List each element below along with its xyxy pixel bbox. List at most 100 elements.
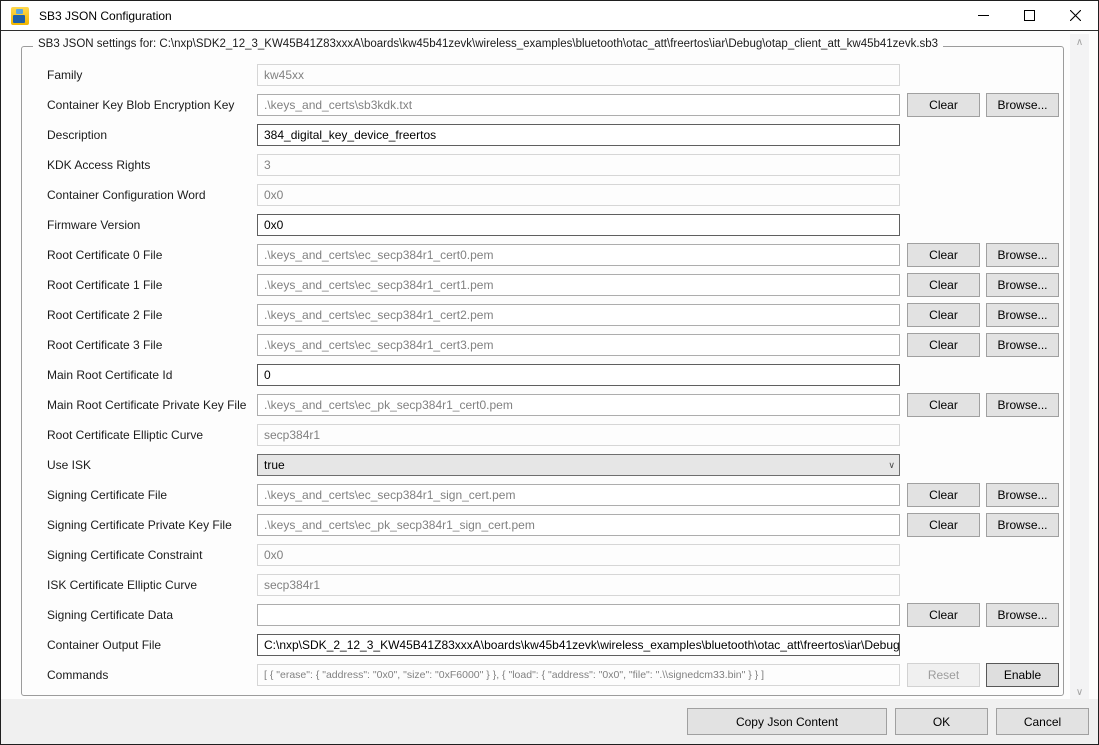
field-row-firmware-version: Firmware Version0x0 <box>22 210 1063 240</box>
combo-use-isk[interactable]: true ∨ <box>257 454 900 476</box>
input-root-certificate-1-file[interactable]: .\keys_and_certs\ec_secp384r1_cert1.pem <box>257 274 900 296</box>
clear-button-signing-certificate-private-key-file[interactable]: Clear <box>907 513 980 537</box>
vertical-scrollbar[interactable]: ∧ ∨ <box>1070 34 1089 702</box>
maximize-icon <box>1024 10 1035 21</box>
app-icon <box>11 7 29 25</box>
title-bar[interactable]: SB3 JSON Configuration <box>1 1 1098 31</box>
field-row-family: Familykw45xx <box>22 60 1063 90</box>
input-commands: [ { "erase": { "address": "0x0", "size":… <box>257 664 900 686</box>
clear-button-root-certificate-3-file[interactable]: Clear <box>907 333 980 357</box>
field-label-firmware-version: Firmware Version <box>47 218 257 232</box>
input-container-output-file[interactable]: C:\nxp\SDK_2_12_3_KW45B41Z83xxxA\boards\… <box>257 634 900 656</box>
field-label-family: Family <box>47 68 257 82</box>
browse-button-main-root-certificate-private-key-file[interactable]: Browse... <box>986 393 1059 417</box>
field-row-use-isk: Use ISK true ∨ <box>22 450 1063 480</box>
browse-button-signing-certificate-data[interactable]: Browse... <box>986 603 1059 627</box>
input-description[interactable]: 384_digital_key_device_freertos <box>257 124 900 146</box>
field-label-container-key-blob-encryption-key: Container Key Blob Encryption Key <box>47 98 257 112</box>
browse-button-signing-certificate-private-key-file[interactable]: Browse... <box>986 513 1059 537</box>
field-label-commands: Commands <box>47 668 257 682</box>
clear-button-root-certificate-0-file[interactable]: Clear <box>907 243 980 267</box>
field-label-main-root-certificate-private-key-file: Main Root Certificate Private Key File <box>47 398 257 412</box>
field-row-isk-certificate-elliptic-curve: ISK Certificate Elliptic Curvesecp384r1 <box>22 570 1063 600</box>
clear-button-main-root-certificate-private-key-file[interactable]: Clear <box>907 393 980 417</box>
browse-button-signing-certificate-file[interactable]: Browse... <box>986 483 1059 507</box>
field-buttons-root-certificate-1-file: ClearBrowse... <box>907 273 1059 297</box>
browse-button-root-certificate-0-file[interactable]: Browse... <box>986 243 1059 267</box>
field-row-signing-certificate-constraint: Signing Certificate Constraint0x0 <box>22 540 1063 570</box>
maximize-button[interactable] <box>1006 1 1052 30</box>
field-row-main-root-certificate-private-key-file: Main Root Certificate Private Key File.\… <box>22 390 1063 420</box>
input-main-root-certificate-private-key-file[interactable]: .\keys_and_certs\ec_pk_secp384r1_cert0.p… <box>257 394 900 416</box>
input-signing-certificate-private-key-file[interactable]: .\keys_and_certs\ec_pk_secp384r1_sign_ce… <box>257 514 900 536</box>
field-label-kdk-access-rights: KDK Access Rights <box>47 158 257 172</box>
input-isk-certificate-elliptic-curve: secp384r1 <box>257 574 900 596</box>
reset-button: Reset <box>907 663 980 687</box>
clear-button-signing-certificate-file[interactable]: Clear <box>907 483 980 507</box>
field-row-root-certificate-0-file: Root Certificate 0 File.\keys_and_certs\… <box>22 240 1063 270</box>
field-buttons-commands: ResetEnable <box>907 663 1059 687</box>
field-buttons-root-certificate-3-file: ClearBrowse... <box>907 333 1059 357</box>
clear-button-root-certificate-1-file[interactable]: Clear <box>907 273 980 297</box>
input-root-certificate-3-file[interactable]: .\keys_and_certs\ec_secp384r1_cert3.pem <box>257 334 900 356</box>
field-row-description: Description384_digital_key_device_freert… <box>22 120 1063 150</box>
field-label-root-certificate-0-file: Root Certificate 0 File <box>47 248 257 262</box>
field-row-main-root-certificate-id: Main Root Certificate Id0 <box>22 360 1063 390</box>
input-main-root-certificate-id[interactable]: 0 <box>257 364 900 386</box>
browse-button-root-certificate-2-file[interactable]: Browse... <box>986 303 1059 327</box>
field-buttons-root-certificate-2-file: ClearBrowse... <box>907 303 1059 327</box>
browse-button-root-certificate-3-file[interactable]: Browse... <box>986 333 1059 357</box>
field-row-signing-certificate-private-key-file: Signing Certificate Private Key File.\ke… <box>22 510 1063 540</box>
field-label-signing-certificate-file: Signing Certificate File <box>47 488 257 502</box>
scroll-down-icon[interactable]: ∨ <box>1076 688 1083 698</box>
field-row-root-certificate-1-file: Root Certificate 1 File.\keys_and_certs\… <box>22 270 1063 300</box>
clear-button-container-key-blob-encryption-key[interactable]: Clear <box>907 93 980 117</box>
field-label-use-isk: Use ISK <box>47 458 257 472</box>
dialog-content: SB3 JSON settings for: C:\nxp\SDK2_12_3_… <box>1 32 1098 699</box>
copy-json-content-button[interactable]: Copy Json Content <box>687 708 887 735</box>
input-firmware-version[interactable]: 0x0 <box>257 214 900 236</box>
field-label-main-root-certificate-id: Main Root Certificate Id <box>47 368 257 382</box>
clear-button-signing-certificate-data[interactable]: Clear <box>907 603 980 627</box>
minimize-button[interactable] <box>960 1 1006 30</box>
close-button[interactable] <box>1052 1 1098 30</box>
field-label-signing-certificate-data: Signing Certificate Data <box>47 608 257 622</box>
field-row-signing-certificate-file: Signing Certificate File.\keys_and_certs… <box>22 480 1063 510</box>
field-buttons-signing-certificate-file: ClearBrowse... <box>907 483 1059 507</box>
window-title: SB3 JSON Configuration <box>39 9 172 23</box>
field-label-isk-certificate-elliptic-curve: ISK Certificate Elliptic Curve <box>47 578 257 592</box>
field-label-root-certificate-3-file: Root Certificate 3 File <box>47 338 257 352</box>
scroll-up-icon[interactable]: ∧ <box>1076 38 1083 48</box>
browse-button-root-certificate-1-file[interactable]: Browse... <box>986 273 1059 297</box>
field-row-root-certificate-3-file: Root Certificate 3 File.\keys_and_certs\… <box>22 330 1063 360</box>
field-row-container-output-file: Container Output FileC:\nxp\SDK_2_12_3_K… <box>22 630 1063 660</box>
input-signing-certificate-data[interactable] <box>257 604 900 626</box>
cancel-button[interactable]: Cancel <box>996 708 1089 735</box>
field-row-container-key-blob-encryption-key: Container Key Blob Encryption Key.\keys_… <box>22 90 1063 120</box>
input-container-key-blob-encryption-key[interactable]: .\keys_and_certs\sb3kdk.txt <box>257 94 900 116</box>
enable-button[interactable]: Enable <box>986 663 1059 687</box>
input-container-configuration-word: 0x0 <box>257 184 900 206</box>
bottom-button-bar: Copy Json Content OK Cancel <box>1 699 1098 744</box>
field-label-root-certificate-elliptic-curve: Root Certificate Elliptic Curve <box>47 428 257 442</box>
input-root-certificate-2-file[interactable]: .\keys_and_certs\ec_secp384r1_cert2.pem <box>257 304 900 326</box>
chevron-down-icon: ∨ <box>888 461 895 470</box>
clear-button-root-certificate-2-file[interactable]: Clear <box>907 303 980 327</box>
field-buttons-root-certificate-0-file: ClearBrowse... <box>907 243 1059 267</box>
field-buttons-container-key-blob-encryption-key: ClearBrowse... <box>907 93 1059 117</box>
minimize-icon <box>978 10 989 21</box>
input-signing-certificate-file[interactable]: .\keys_and_certs\ec_secp384r1_sign_cert.… <box>257 484 900 506</box>
field-row-root-certificate-2-file: Root Certificate 2 File.\keys_and_certs\… <box>22 300 1063 330</box>
ok-button[interactable]: OK <box>895 708 988 735</box>
field-buttons-main-root-certificate-private-key-file: ClearBrowse... <box>907 393 1059 417</box>
field-label-container-configuration-word: Container Configuration Word <box>47 188 257 202</box>
input-root-certificate-0-file[interactable]: .\keys_and_certs\ec_secp384r1_cert0.pem <box>257 244 900 266</box>
combo-value-use-isk: true <box>264 455 285 475</box>
field-label-root-certificate-1-file: Root Certificate 1 File <box>47 278 257 292</box>
field-buttons-signing-certificate-data: ClearBrowse... <box>907 603 1059 627</box>
field-label-signing-certificate-private-key-file: Signing Certificate Private Key File <box>47 518 257 532</box>
sb3-settings-groupbox: SB3 JSON settings for: C:\nxp\SDK2_12_3_… <box>21 46 1064 696</box>
groupbox-title: SB3 JSON settings for: C:\nxp\SDK2_12_3_… <box>33 38 943 50</box>
field-row-container-configuration-word: Container Configuration Word0x0 <box>22 180 1063 210</box>
browse-button-container-key-blob-encryption-key[interactable]: Browse... <box>986 93 1059 117</box>
